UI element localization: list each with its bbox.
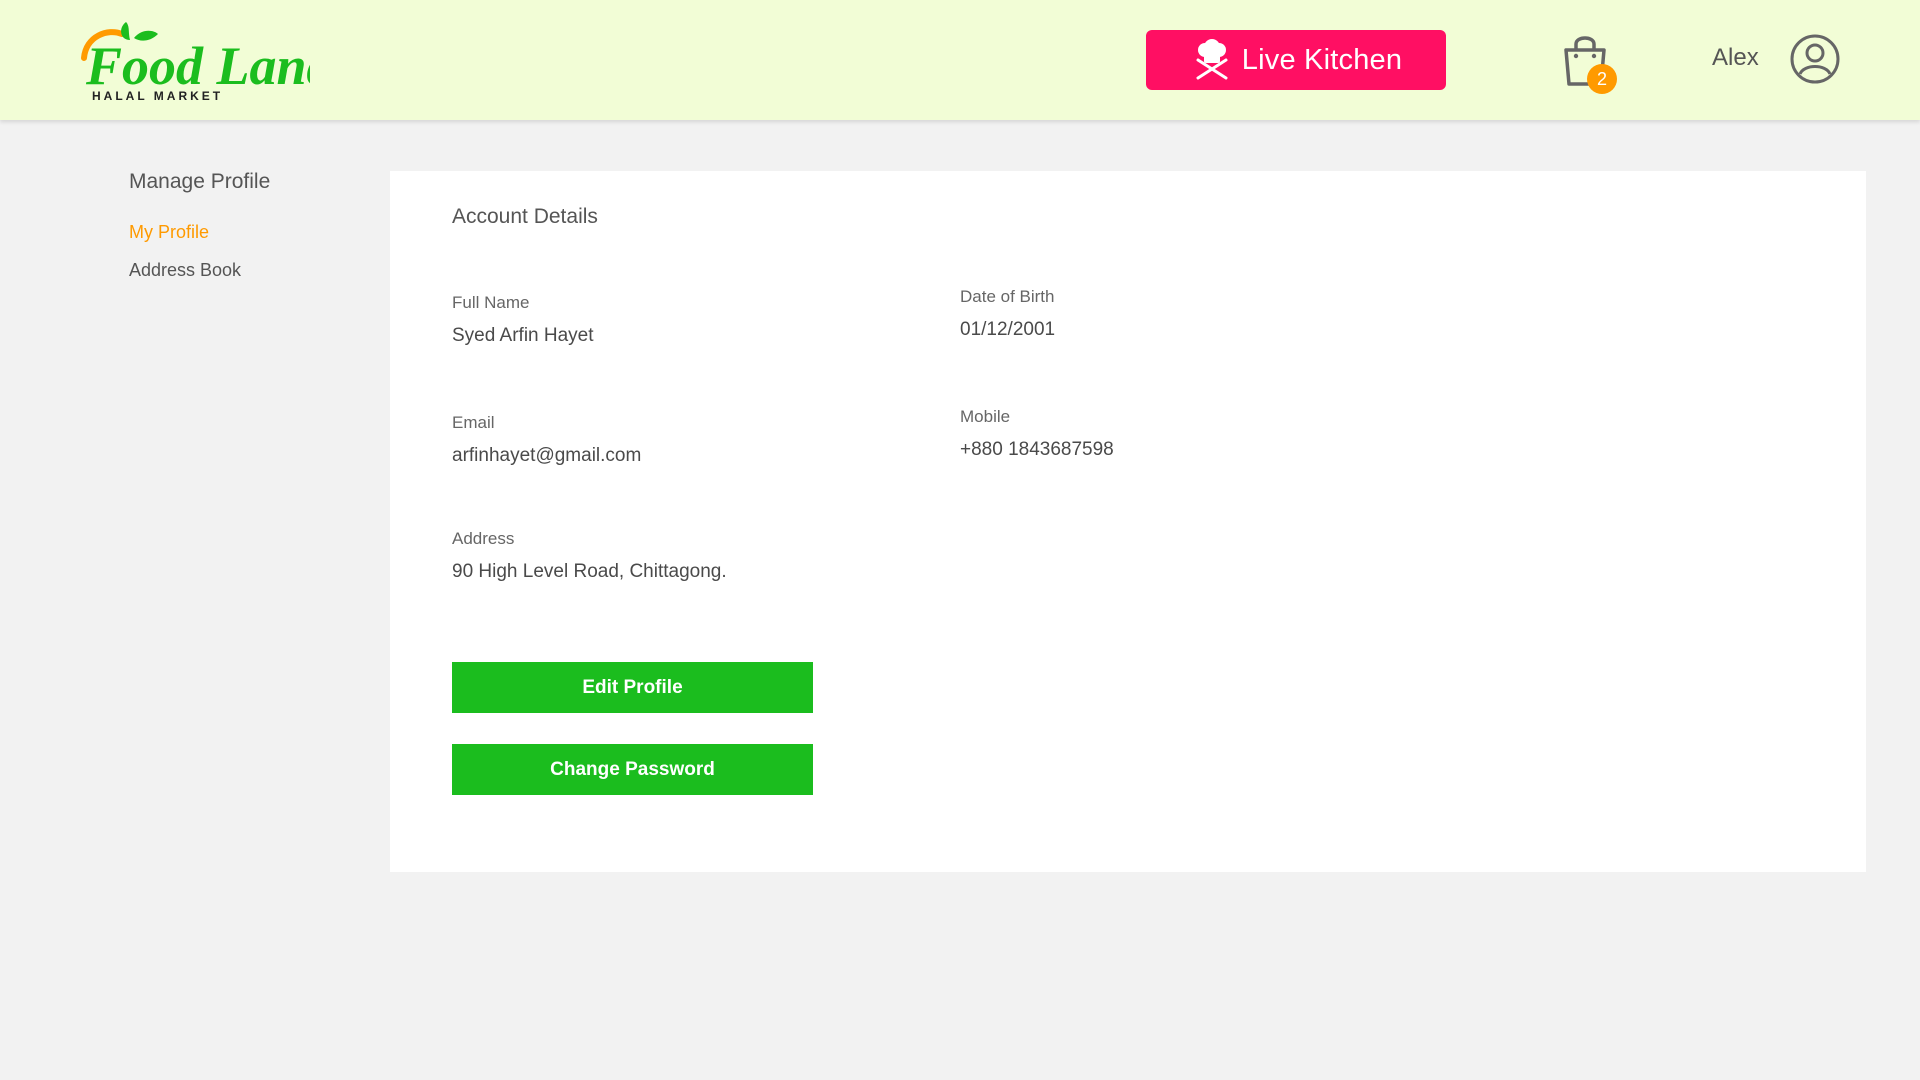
dob-label: Date of Birth — [960, 287, 1055, 306]
full-name-value: Syed Arfin Hayet — [452, 325, 594, 346]
full-name-field: Full Name Syed Arfin Hayet — [452, 293, 594, 347]
address-value: 90 High Level Road, Chittagong. — [452, 561, 727, 582]
logo-tagline: HALAL MARKET — [92, 89, 223, 103]
logo-graphic: Food Land HALAL MARKET — [81, 22, 310, 103]
account-details-card: Account Details Full Name Syed Arfin Hay… — [390, 171, 1866, 872]
change-password-button[interactable]: Change Password — [452, 744, 813, 795]
email-label: Email — [452, 413, 495, 432]
logo-wordmark: Food Land — [85, 36, 310, 96]
live-kitchen-button[interactable]: Live Kitchen — [1146, 30, 1446, 90]
address-label: Address — [452, 529, 515, 548]
dob-field: Date of Birth 01/12/2001 — [960, 287, 1055, 341]
sidebar-item-address-book[interactable]: Address Book — [129, 260, 369, 281]
email-field: Email arfinhayet@gmail.com — [452, 413, 641, 467]
chef-hat-icon — [1190, 38, 1234, 82]
full-name-label: Full Name — [452, 293, 530, 312]
mobile-value: +880 1843687598 — [960, 439, 1114, 460]
sidebar-title: Manage Profile — [129, 170, 271, 193]
cart-count-badge: 2 — [1587, 64, 1617, 94]
dob-value: 01/12/2001 — [960, 319, 1056, 340]
account-details-title: Account Details — [452, 205, 598, 228]
top-header: Food Land HALAL MARKET Live Kitchen 2 Al… — [0, 0, 1920, 120]
profile-sidebar: Manage Profile My Profile Address Book — [129, 170, 369, 298]
username: Alex — [1712, 44, 1759, 71]
mobile-field: Mobile +880 1843687598 — [960, 407, 1114, 461]
cart-button[interactable]: 2 — [1560, 30, 1624, 94]
live-kitchen-label: Live Kitchen — [1241, 43, 1403, 76]
mobile-label: Mobile — [960, 407, 1011, 426]
email-value: arfinhayet@gmail.com — [452, 445, 642, 466]
sidebar-item-my-profile[interactable]: My Profile — [129, 222, 369, 243]
address-field: Address 90 High Level Road, Chittagong. — [452, 529, 727, 583]
food-land-logo[interactable]: Food Land HALAL MARKET — [78, 18, 310, 104]
user-circle-icon[interactable] — [1790, 34, 1840, 84]
edit-profile-button[interactable]: Edit Profile — [452, 662, 813, 713]
